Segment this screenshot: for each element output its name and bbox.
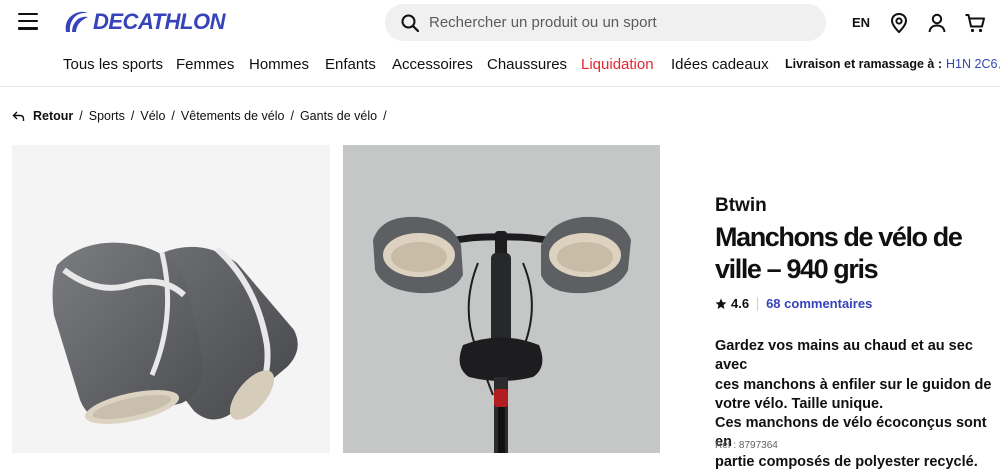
nav-item-chaussures[interactable]: Chaussures <box>487 56 567 73</box>
breadcrumb-back[interactable]: Retour <box>33 109 73 123</box>
store-locator-icon[interactable] <box>888 12 910 34</box>
delivery-label: Livraison et ramassage à : <box>785 57 943 71</box>
account-icon[interactable] <box>926 12 948 34</box>
rating-divider <box>757 296 759 311</box>
breadcrumb-separator: / <box>130 109 135 123</box>
product-brand[interactable]: Btwin <box>715 195 767 217</box>
product-image-main[interactable] <box>12 145 330 453</box>
main-nav: Tous les sports Femmes Hommes Enfants Ac… <box>0 47 1000 87</box>
product-rating: 4.6 68 commentaires <box>715 296 872 311</box>
search-icon <box>401 14 419 32</box>
product-image-bike[interactable] <box>343 145 660 453</box>
decathlon-logo[interactable]: DECATHLON <box>62 9 225 35</box>
back-arrow-icon[interactable] <box>12 110 25 122</box>
bike-with-mitts-illustration <box>373 216 631 453</box>
description-line: ces manchons à enfiler sur le guidon de <box>715 376 992 393</box>
bar-mitts-illustration <box>52 242 298 424</box>
star-icon <box>715 298 727 309</box>
nav-item-tous-les-sports[interactable]: Tous les sports <box>63 56 163 73</box>
cart-icon[interactable] <box>964 12 986 34</box>
breadcrumb-gants-de-velo[interactable]: Gants de vélo <box>300 109 377 123</box>
breadcrumb-sports[interactable]: Sports <box>89 109 125 123</box>
breadcrumb-vetements-de-velo[interactable]: Vêtements de vélo <box>181 109 285 123</box>
reviews-link[interactable]: 68 commentaires <box>766 296 872 311</box>
breadcrumb-separator: / <box>383 109 387 123</box>
description-line: Gardez vos mains au chaud et au sec avec <box>715 338 973 374</box>
description-line: partie composés de polyester recyclé. <box>715 453 978 470</box>
menu-icon[interactable] <box>18 13 38 31</box>
product-reference: Réf : 8797364 <box>715 440 778 451</box>
search-placeholder: Rechercher un produit ou un sport <box>429 14 657 31</box>
nav-item-enfants[interactable]: Enfants <box>325 56 376 73</box>
breadcrumb-separator: / <box>171 109 175 123</box>
nav-item-femmes[interactable]: Femmes <box>176 56 234 73</box>
product-title: Manchons de vélo de ville – 940 gris <box>715 222 963 284</box>
logo-text: DECATHLON <box>93 9 225 34</box>
rating-score: 4.6 <box>731 296 750 311</box>
description-line: votre vélo. Taille unique. <box>715 395 884 412</box>
breadcrumb-separator: / <box>79 109 83 123</box>
delivery-location: Livraison et ramassage à : H1N 2C6 <box>785 57 1000 71</box>
nav-item-hommes[interactable]: Hommes <box>249 56 309 73</box>
search-input[interactable]: Rechercher un produit ou un sport <box>385 4 826 41</box>
nav-item-idees-cadeaux[interactable]: Idées cadeaux <box>671 56 769 73</box>
nav-item-liquidation[interactable]: Liquidation <box>581 56 654 73</box>
decathlon-logo-mark-icon <box>65 11 88 32</box>
breadcrumb: Retour / Sports / Vélo / Vêtements de vé… <box>12 106 393 126</box>
breadcrumb-velo[interactable]: Vélo <box>140 109 165 123</box>
breadcrumb-separator: / <box>290 109 294 123</box>
language-switch[interactable]: EN <box>852 15 870 30</box>
postal-code-link[interactable]: H1N 2C6 <box>946 57 997 71</box>
product-description: Gardez vos mains au chaud et au sec avec… <box>715 337 995 472</box>
nav-item-accessoires[interactable]: Accessoires <box>392 56 473 73</box>
site-header: DECATHLON Rechercher un produit ou un sp… <box>0 0 1000 45</box>
